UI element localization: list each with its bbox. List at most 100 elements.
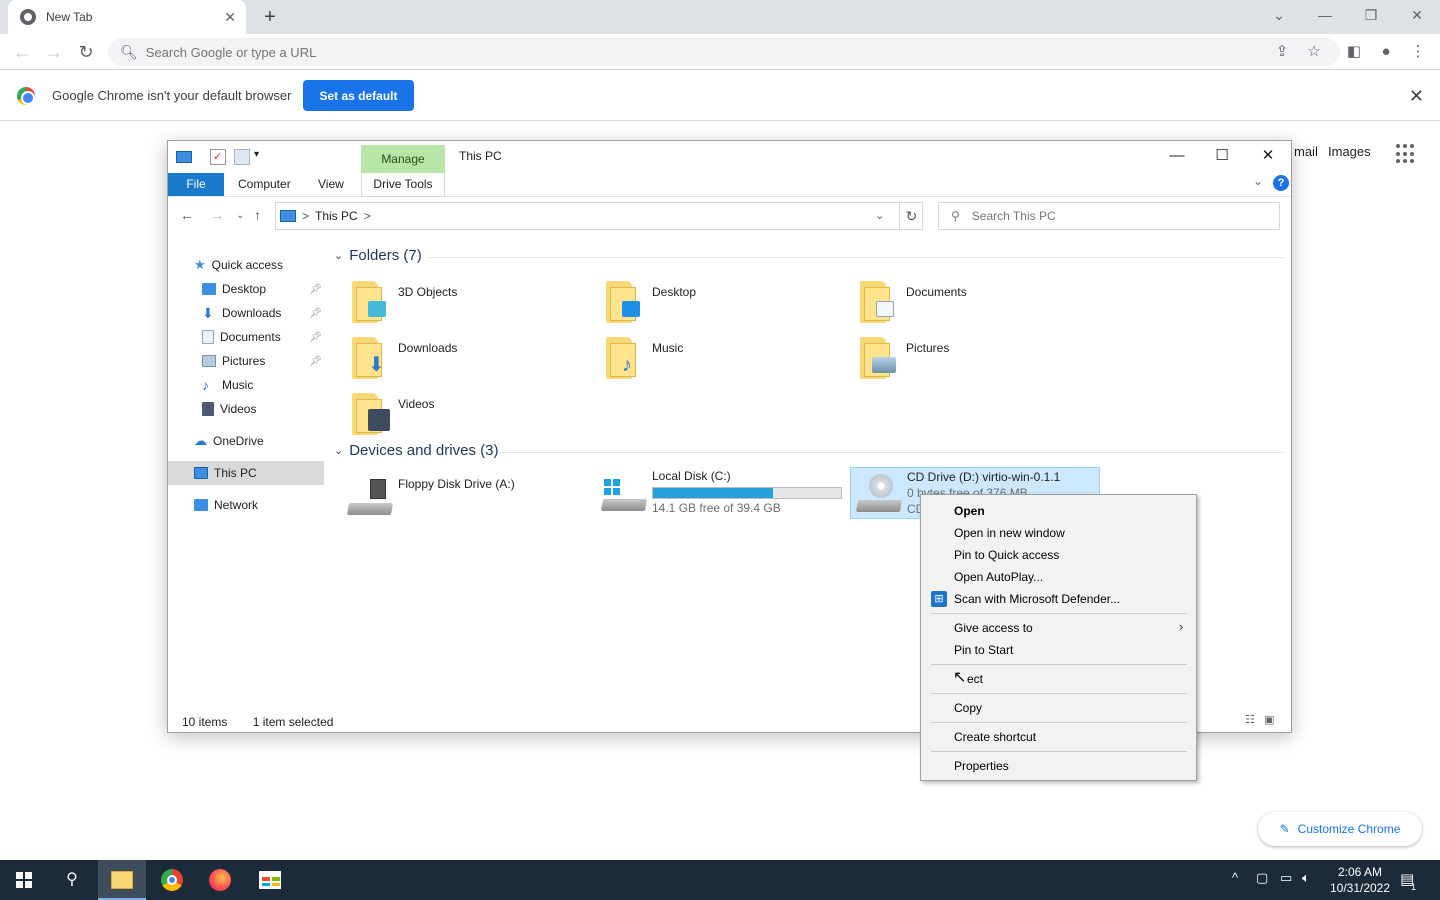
- nav-item-music[interactable]: ♪ Music: [168, 373, 328, 397]
- explorer-minimize-icon[interactable]: —: [1154, 141, 1200, 171]
- nav-item-pictures[interactable]: Pictures 📌︎: [168, 349, 328, 373]
- nav-label: Documents: [220, 330, 281, 344]
- minimize-icon[interactable]: —: [1302, 0, 1348, 30]
- folder-downloads[interactable]: ⬇ Downloads: [352, 335, 592, 387]
- restore-icon[interactable]: ❐: [1348, 0, 1394, 30]
- search-input[interactable]: [971, 209, 1279, 223]
- taskbar-file-explorer[interactable]: [98, 860, 146, 900]
- nav-item-this-pc[interactable]: This PC: [168, 461, 324, 485]
- breadcrumb-this-pc[interactable]: This PC: [315, 209, 358, 223]
- address-dropdown-icon[interactable]: ⌄: [875, 209, 884, 222]
- profile-avatar-icon[interactable]: ●: [1370, 34, 1402, 70]
- ntp-images-link[interactable]: Images: [1328, 144, 1371, 159]
- manage-contextual-tab[interactable]: Manage: [361, 145, 445, 173]
- nav-item-videos[interactable]: Videos: [168, 397, 328, 421]
- tray-overflow-chevron-icon[interactable]: ^: [1232, 870, 1238, 885]
- bookmark-star-icon[interactable]: ☆: [1298, 34, 1330, 70]
- drives-section-header[interactable]: ⌄ Devices and drives (3): [334, 442, 498, 459]
- back-arrow-icon[interactable]: ←: [6, 34, 38, 70]
- menu-item-open-autoplay[interactable]: Open AutoPlay...: [954, 570, 1043, 584]
- share-icon[interactable]: ⇪: [1266, 34, 1298, 70]
- customize-chrome-button[interactable]: ✎ Customize Chrome: [1258, 812, 1422, 846]
- explorer-forward-icon[interactable]: →: [210, 207, 224, 223]
- menu-item-eject[interactable]: ect: [967, 672, 983, 686]
- pin-icon[interactable]: 📌︎: [309, 332, 322, 343]
- folders-section-header[interactable]: ⌄ Folders (7): [334, 247, 422, 264]
- taskbar-search-icon[interactable]: ⚲: [48, 860, 96, 900]
- menu-item-pin-quick-access[interactable]: Pin to Quick access: [954, 548, 1059, 562]
- pin-icon[interactable]: 📌︎: [309, 284, 322, 295]
- nav-item-desktop[interactable]: Desktop 📌︎: [168, 277, 328, 301]
- close-window-icon[interactable]: ✕: [1394, 0, 1440, 30]
- drive-local-disk-c[interactable]: Local Disk (C:) 14.1 GB free of 39.4 GB: [600, 467, 852, 519]
- side-panel-icon[interactable]: ◧: [1338, 34, 1370, 70]
- recent-locations-icon[interactable]: ⌄: [236, 210, 244, 221]
- ntp-gmail-link[interactable]: mail: [1294, 144, 1318, 159]
- taskbar-firefox[interactable]: [196, 860, 244, 900]
- new-tab-button[interactable]: +: [258, 4, 282, 30]
- pin-icon[interactable]: 📌︎: [309, 308, 322, 319]
- menu-item-open[interactable]: Open: [954, 504, 985, 518]
- pin-icon[interactable]: 📌︎: [309, 356, 322, 367]
- taskbar-store[interactable]: [246, 860, 294, 900]
- search-box[interactable]: ⚲: [938, 202, 1280, 230]
- address-bar[interactable]: > This PC >: [275, 202, 923, 230]
- explorer-maximize-icon[interactable]: ☐: [1199, 141, 1245, 171]
- folder-videos[interactable]: Videos: [352, 391, 592, 443]
- ribbon-tab-drive-tools[interactable]: Drive Tools: [361, 173, 445, 197]
- explorer-back-icon[interactable]: ←: [180, 207, 194, 223]
- meet-now-icon[interactable]: ▢: [1256, 870, 1268, 886]
- omnibox-input[interactable]: [145, 44, 1340, 60]
- folder-documents[interactable]: Documents: [860, 279, 1100, 331]
- volume-muted-icon[interactable]: 🔈︎: [1302, 870, 1310, 886]
- nav-item-downloads[interactable]: ⬇ Downloads 📌︎: [168, 301, 328, 325]
- start-button[interactable]: [0, 860, 48, 900]
- network-tray-icon[interactable]: ▭: [1280, 870, 1292, 886]
- ribbon-expand-chevron-icon[interactable]: ⌄: [1253, 174, 1263, 188]
- nav-item-quick-access[interactable]: ★ Quick access: [168, 253, 328, 277]
- help-icon[interactable]: ?: [1273, 175, 1289, 191]
- google-apps-icon[interactable]: [1396, 144, 1416, 164]
- tab-new-tab[interactable]: New Tab ✕: [8, 0, 246, 34]
- set-as-default-button[interactable]: Set as default: [303, 80, 414, 111]
- explorer-close-icon[interactable]: ✕: [1245, 141, 1291, 171]
- ribbon-tab-view[interactable]: View: [318, 173, 344, 196]
- reload-icon[interactable]: ↻: [70, 34, 102, 70]
- menu-item-properties[interactable]: Properties: [954, 759, 1009, 773]
- collapse-chevron-icon[interactable]: ⌄: [334, 249, 343, 262]
- taskbar-chrome[interactable]: [148, 860, 196, 900]
- omnibox[interactable]: 🔍︎: [108, 38, 1340, 66]
- new-folder-icon[interactable]: [234, 149, 250, 165]
- refresh-icon[interactable]: ↻: [899, 202, 923, 230]
- folder-3d-objects[interactable]: 3D Objects: [352, 279, 592, 331]
- menu-item-scan-defender[interactable]: Scan with Microsoft Defender...: [954, 592, 1120, 606]
- menu-item-open-new-window[interactable]: Open in new window: [954, 526, 1065, 540]
- ribbon-tab-computer[interactable]: Computer: [238, 173, 291, 196]
- properties-checkmark-icon[interactable]: ✓: [210, 149, 226, 165]
- qat-dropdown-icon[interactable]: ▾: [254, 149, 259, 160]
- forward-arrow-icon[interactable]: →: [38, 34, 70, 70]
- nav-item-onedrive[interactable]: ☁ OneDrive: [168, 429, 328, 453]
- nav-item-network[interactable]: Network: [168, 493, 328, 517]
- details-view-icon[interactable]: ☷: [1245, 714, 1255, 726]
- taskbar-clock[interactable]: 2:06 AM 10/31/2022: [1322, 864, 1398, 896]
- collapse-chevron-icon[interactable]: ⌄: [334, 444, 343, 457]
- menu-item-create-shortcut[interactable]: Create shortcut: [954, 730, 1036, 744]
- menu-item-give-access[interactable]: Give access to: [954, 621, 1033, 635]
- folder-music[interactable]: ♪ Music: [606, 335, 846, 387]
- up-arrow-icon[interactable]: ↑: [254, 207, 261, 223]
- folder-desktop[interactable]: Desktop: [606, 279, 846, 331]
- menu-kebab-icon[interactable]: ⋮: [1402, 34, 1434, 70]
- breadcrumb-chevron-icon[interactable]: >: [364, 209, 371, 223]
- menu-item-copy[interactable]: Copy: [954, 701, 982, 715]
- menu-item-pin-start[interactable]: Pin to Start: [954, 643, 1013, 657]
- ribbon-tab-file[interactable]: File: [168, 173, 224, 196]
- large-icons-view-icon[interactable]: ▣: [1264, 714, 1274, 726]
- nav-label: Quick access: [211, 258, 284, 272]
- tab-search-chevron-icon[interactable]: ⌄: [1256, 0, 1302, 30]
- folder-pictures[interactable]: Pictures: [860, 335, 1100, 387]
- nav-item-documents[interactable]: Documents 📌︎: [168, 325, 328, 349]
- tab-close-icon[interactable]: ✕: [224, 9, 236, 26]
- infobar-close-icon[interactable]: ✕: [1409, 86, 1424, 107]
- drive-floppy-a[interactable]: Floppy Disk Drive (A:): [346, 471, 598, 523]
